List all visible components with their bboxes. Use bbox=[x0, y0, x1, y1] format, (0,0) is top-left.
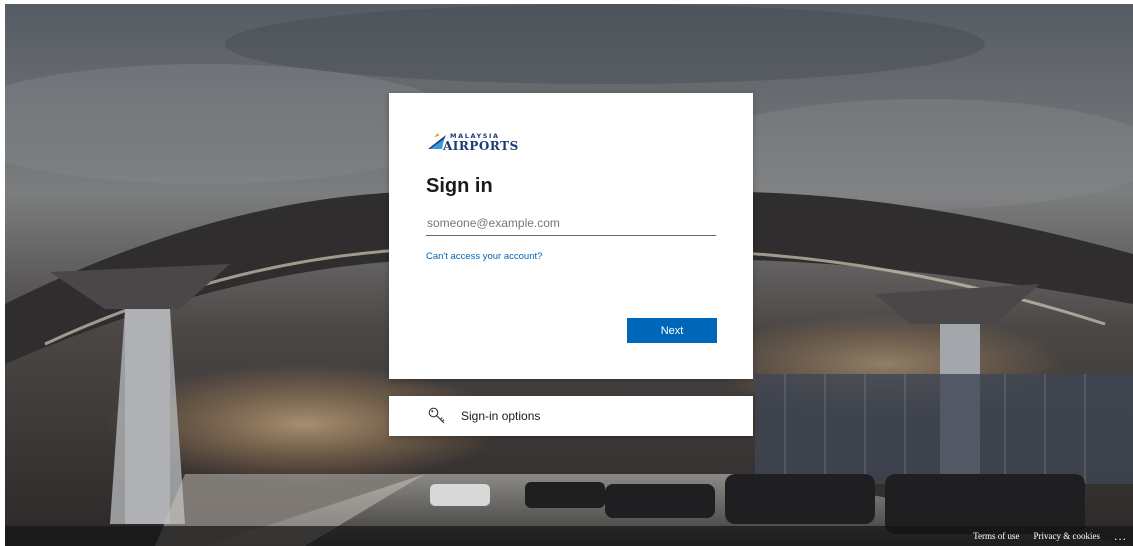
brand-line2: AIRPORTS bbox=[443, 139, 519, 153]
page-title: Sign in bbox=[426, 175, 493, 197]
signin-options-button[interactable]: Sign-in options bbox=[389, 396, 753, 436]
malaysia-airports-logo: MALAYSIA AIRPORTS bbox=[426, 131, 518, 155]
cant-access-link[interactable]: Can't access your account? bbox=[426, 251, 542, 262]
more-options-button[interactable]: ... bbox=[1114, 529, 1127, 543]
email-input[interactable] bbox=[426, 210, 716, 236]
key-icon bbox=[428, 407, 445, 424]
next-button[interactable]: Next bbox=[627, 318, 717, 343]
terms-link[interactable]: Terms of use bbox=[973, 531, 1019, 541]
signin-options-label: Sign-in options bbox=[461, 409, 541, 423]
privacy-link[interactable]: Privacy & cookies bbox=[1033, 531, 1100, 541]
signin-card: MALAYSIA AIRPORTS Sign in Can't access y… bbox=[389, 93, 753, 379]
footer: Terms of use Privacy & cookies ... bbox=[973, 526, 1133, 546]
